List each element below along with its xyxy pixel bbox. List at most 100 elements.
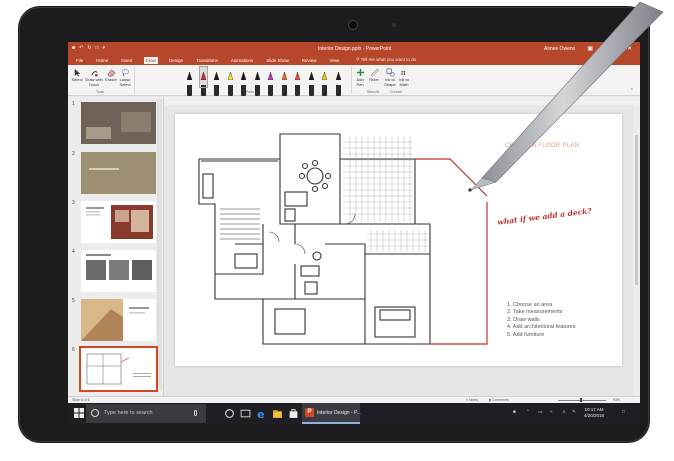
edge-browser-icon[interactable]: e — [256, 408, 267, 419]
thumbnail-scrollbar[interactable] — [157, 99, 162, 389]
volume-icon[interactable]: ♬ — [562, 409, 567, 414]
taskbar-clock[interactable]: 10:17 AM 4/20/2018 — [584, 407, 604, 419]
taskbar-search-box[interactable]: Type here to search — [86, 404, 206, 423]
slide-thumbnail-3[interactable] — [81, 201, 156, 243]
tab-home[interactable]: Home — [94, 57, 110, 64]
wifi-icon[interactable]: ≈ — [550, 409, 552, 414]
zoom-level[interactable]: 93% — [613, 398, 620, 402]
current-slide[interactable]: CREATE A FLOOR PLAN what if we add a dec… — [175, 114, 622, 366]
thumbnail-number: 1 — [72, 101, 75, 107]
tab-file[interactable]: File — [74, 57, 85, 64]
scrollbar-thumb[interactable] — [635, 135, 638, 285]
store-icon[interactable] — [288, 408, 299, 419]
tab-animations[interactable]: Animations — [229, 57, 255, 64]
ribbon-separator — [134, 67, 135, 93]
pen-9-button[interactable] — [294, 67, 301, 96]
ink-to-shape-button[interactable]: Ink to Shape — [383, 68, 397, 87]
pen-workspace-icon[interactable]: ✎ — [572, 409, 576, 415]
list-item: 3. Draw walls — [507, 316, 540, 323]
window-controls: ▣ – □ ✕ — [587, 45, 632, 52]
people-icon[interactable]: ☻ — [512, 409, 517, 414]
minimize-icon[interactable]: – — [602, 45, 605, 52]
tab-transitions[interactable]: Transitions — [194, 57, 220, 64]
pen-tip-icon — [240, 71, 247, 81]
battery-icon[interactable]: ▭ — [538, 409, 542, 415]
pen-tip-icon — [200, 71, 206, 81]
pen-5-button[interactable] — [240, 67, 247, 96]
file-explorer-icon[interactable] — [272, 408, 283, 419]
eraser-label: Eraser — [105, 77, 117, 82]
front-camera — [348, 20, 358, 30]
taskbar-powerpoint-app[interactable]: P Interior Design - P... — [302, 403, 361, 424]
ruler-button[interactable]: Ruler — [368, 68, 380, 83]
comments-button[interactable]: ▮ Comments — [489, 398, 509, 402]
pen-tip-icon — [294, 71, 301, 81]
action-center-icon[interactable]: □ — [622, 409, 625, 414]
slide-thumbnail-5[interactable] — [81, 299, 156, 341]
eraser-button[interactable]: Eraser — [104, 68, 118, 83]
tab-draw[interactable]: Draw — [143, 56, 159, 64]
pen-4-button[interactable] — [227, 67, 234, 96]
pen-2-button[interactable] — [198, 66, 208, 96]
microphone-icon[interactable] — [194, 410, 197, 416]
undo-icon[interactable]: ↶ — [79, 45, 83, 51]
collapse-ribbon-icon[interactable]: ⌃ — [630, 88, 634, 94]
pen-3-button[interactable] — [213, 67, 220, 96]
thumbnail-number: 4 — [72, 249, 75, 255]
document-title: Interior Design.pptx - PowerPoint — [318, 46, 392, 52]
save-icon[interactable]: ■ — [72, 45, 75, 51]
pen-11-button[interactable] — [321, 67, 328, 96]
stencils-group-label: Stencils — [367, 90, 380, 94]
add-plus-icon — [356, 68, 364, 77]
pen-10-button[interactable] — [308, 67, 315, 96]
start-presentation-icon[interactable]: □ — [95, 45, 98, 51]
slide-thumbnail-4[interactable] — [81, 250, 156, 292]
pen-7-button[interactable] — [267, 67, 274, 96]
close-icon[interactable]: ✕ — [627, 45, 632, 52]
zoom-slider[interactable] — [558, 400, 606, 401]
select-button[interactable]: Select — [70, 68, 84, 83]
customize-qat-icon[interactable]: ▾ — [102, 45, 105, 51]
ribbon-display-icon[interactable]: ▣ — [587, 45, 593, 52]
windows-start-icon[interactable] — [74, 408, 84, 418]
maximize-icon[interactable]: □ — [614, 45, 618, 52]
ribbon-tabs: File Home Insert Draw Design Transitions… — [68, 55, 640, 65]
slide-thumbnail-1[interactable] — [81, 102, 156, 144]
screen: ■ ↶ ↻ □ ▾ Interior Design.pptx - PowerPo… — [68, 42, 640, 424]
tab-slide-show[interactable]: Slide Show — [264, 57, 291, 64]
task-view-icon[interactable] — [240, 408, 251, 419]
cortana-circle-icon[interactable] — [224, 408, 235, 419]
ink-to-math-button[interactable]: π Ink to Math — [397, 68, 411, 87]
tab-view[interactable]: View — [327, 57, 341, 64]
user-name[interactable]: Aimee Owens — [544, 46, 575, 52]
redo-icon[interactable]: ↻ — [87, 45, 91, 51]
tab-insert[interactable]: Insert — [119, 57, 134, 64]
zoom-slider-knob[interactable] — [580, 398, 582, 402]
tab-design[interactable]: Design — [167, 57, 185, 64]
pen-body — [281, 85, 287, 96]
pen-tip-icon — [227, 71, 233, 81]
notes-button[interactable]: ≡ Notes — [466, 398, 478, 402]
pen-tip-icon — [213, 71, 220, 81]
add-pen-button[interactable]: Add Pen — [354, 68, 366, 87]
pen-1-button[interactable] — [186, 67, 193, 96]
ink-to-shape-label: Ink to Shape — [384, 77, 396, 87]
horizontal-ruler — [165, 97, 640, 105]
draw-touch-icon — [90, 71, 98, 77]
pen-body — [322, 85, 327, 96]
slide-thumbnail-6[interactable] — [79, 346, 158, 392]
pen-12-button[interactable] — [335, 67, 342, 96]
lasso-select-button[interactable]: Lasso Select — [118, 68, 132, 87]
tell-me-box[interactable]: ⚲ Tell me what you want to do — [356, 57, 416, 63]
windows-taskbar: Type here to search e P Interior Design … — [68, 403, 640, 424]
tab-review[interactable]: Review — [300, 57, 319, 64]
slide-thumbnail-2[interactable] — [81, 152, 156, 194]
vertical-scrollbar[interactable] — [633, 105, 640, 396]
show-hidden-icons[interactable]: ⌃ — [526, 409, 530, 415]
pen-8-button[interactable] — [281, 67, 288, 96]
pen-6-button[interactable] — [254, 67, 261, 96]
draw-with-touch-button[interactable]: Draw with Touch — [84, 68, 104, 87]
pen-body — [214, 85, 219, 96]
list-item: 4. Add architectural features — [507, 324, 576, 331]
pen-body — [254, 85, 260, 96]
